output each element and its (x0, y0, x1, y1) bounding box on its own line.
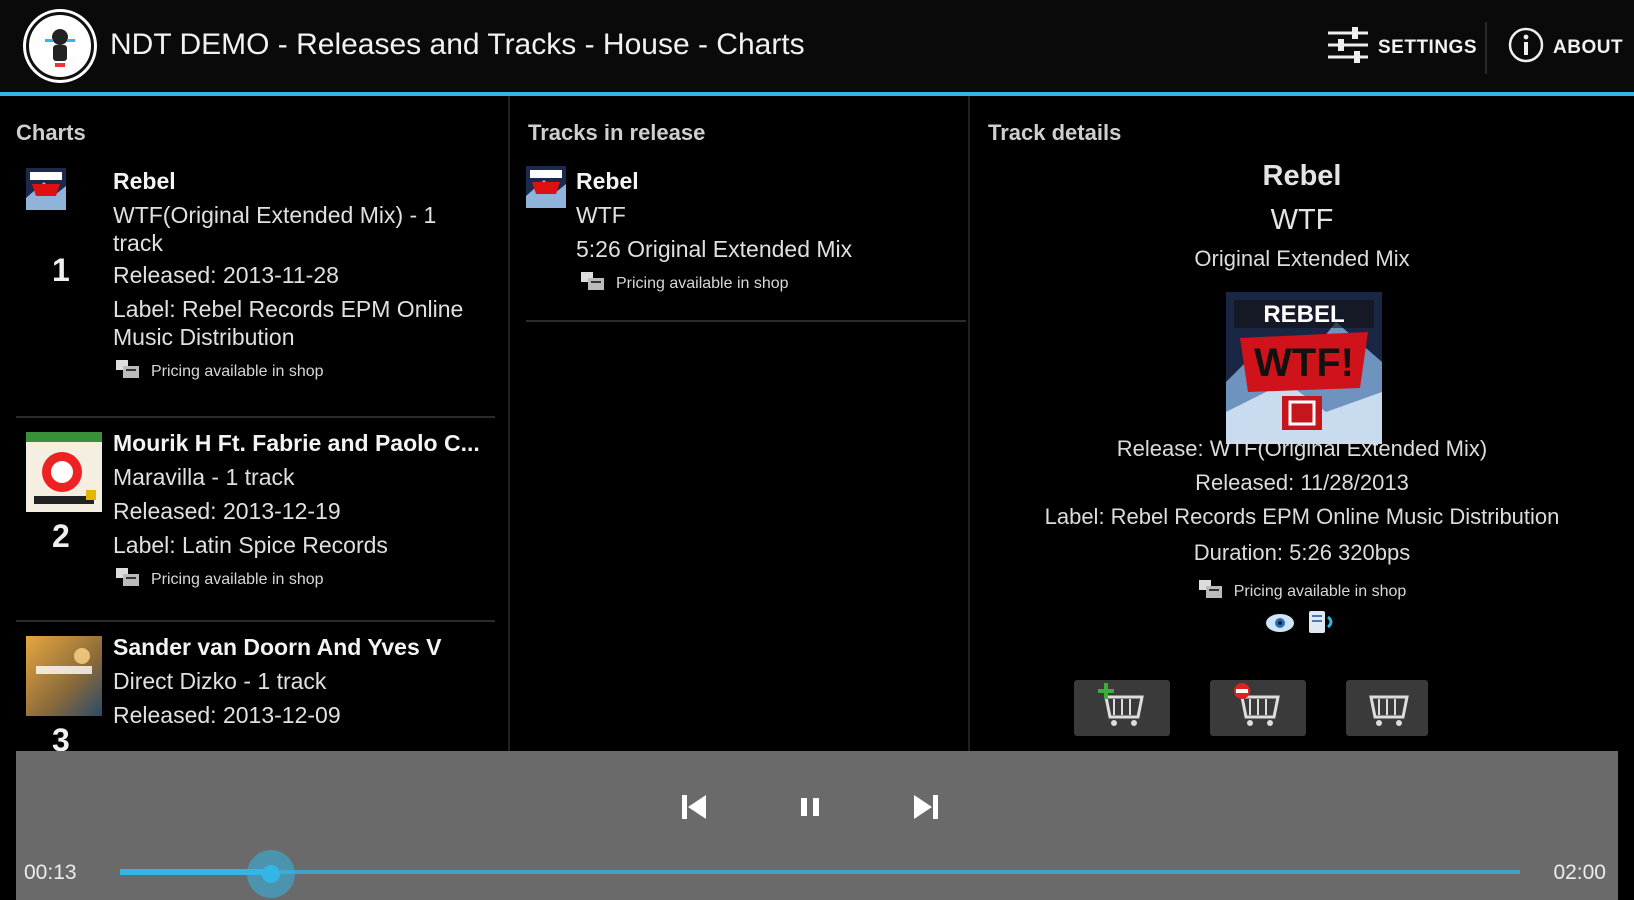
preview-eye-icon[interactable] (1264, 610, 1296, 636)
latin-spice-cover-icon (26, 432, 102, 512)
remove-from-cart-button[interactable] (1210, 680, 1306, 736)
shop-icon (580, 270, 616, 297)
release-cover-image: REBEL WTF! (1226, 292, 1382, 444)
seek-bar[interactable] (120, 870, 1520, 874)
details-header: Track details (988, 120, 1122, 145)
chart-release: Maravilla - 1 track (113, 464, 295, 490)
chart-item[interactable]: 1 Rebel WTF(Original Extended Mix) - 1 t… (0, 160, 495, 418)
detail-label: Label: Rebel Records EPM Online Music Di… (1044, 504, 1560, 529)
about-button[interactable]: ABOUT (1507, 26, 1623, 70)
previous-button[interactable] (672, 787, 716, 831)
direct-dizko-cover-icon (26, 636, 102, 716)
settings-sliders-icon (1326, 25, 1378, 71)
rebel-wtf-cover-icon (26, 168, 66, 210)
total-time: 02:00 (1553, 861, 1606, 884)
pause-icon (797, 794, 823, 825)
charts-header: Charts (16, 120, 86, 145)
rebel-wtf-cover-icon (526, 166, 566, 208)
svg-text:WTF!: WTF! (1254, 341, 1354, 385)
detail-duration: Duration: 5:26 320bps (1193, 540, 1411, 565)
settings-label: SETTINGS (1378, 37, 1478, 58)
next-button[interactable] (904, 787, 948, 831)
pause-button[interactable] (788, 787, 832, 831)
action-bar-divider (1485, 22, 1487, 74)
action-bar: NDT DEMO - Releases and Tracks - House -… (0, 0, 1634, 96)
track-item[interactable]: Rebel WTF 5:26 Original Extended Mix Pri… (526, 166, 966, 322)
shop-icon (1198, 578, 1224, 605)
charts-pane: Charts 1 Rebel WTF(Original Extended Mix… (0, 96, 510, 751)
add-to-cart-button[interactable] (1074, 680, 1170, 736)
play-sample-icon[interactable] (1306, 606, 1338, 638)
chart-artist: Rebel (113, 168, 176, 194)
pricing-info: Pricing available in shop (580, 270, 789, 297)
app-title: NDT DEMO - Releases and Tracks - House -… (110, 28, 805, 61)
chart-label: Label: Rebel Records EPM Online (113, 296, 464, 322)
chart-rank: 1 (52, 252, 70, 288)
skip-next-icon (911, 792, 941, 827)
cart-add-icon (1096, 682, 1148, 734)
shop-icon (115, 566, 151, 593)
pricing-info: Pricing available in shop (115, 566, 324, 593)
chart-released: Released: 2013-11-28 (113, 262, 339, 288)
tracks-pane: Tracks in release Rebel WTF 5:26 Origina… (510, 96, 970, 751)
app-logo[interactable] (26, 12, 94, 80)
detail-release: Release: WTF(Original Extended Mix) (1116, 436, 1488, 461)
pricing-label: Pricing available in shop (151, 362, 324, 380)
chart-item[interactable]: 3 Sander van Doorn And Yves V Direct Diz… (0, 622, 495, 751)
cart-remove-icon (1232, 682, 1284, 734)
pricing-label: Pricing available in shop (1233, 582, 1407, 600)
cart-icon (1361, 683, 1413, 734)
pricing-label: Pricing available in shop (616, 274, 789, 292)
chart-release-cont: track (113, 230, 163, 256)
tracks-header: Tracks in release (528, 120, 706, 145)
seek-handle[interactable] (247, 850, 296, 898)
item-divider (526, 320, 966, 322)
chart-artist: Sander van Doorn And Yves V (113, 634, 442, 660)
chart-label: Label: Latin Spice Records (113, 532, 388, 558)
pricing-info: Pricing available in shop (970, 578, 1634, 605)
chart-item[interactable]: 2 Mourik H Ft. Fabrie and Paolo C... Mar… (0, 418, 495, 622)
settings-button[interactable]: SETTINGS (1326, 26, 1477, 70)
svg-text:REBEL: REBEL (1263, 301, 1344, 328)
view-cart-button[interactable] (1346, 680, 1428, 736)
pricing-info: Pricing available in shop (115, 358, 324, 385)
detail-released: Released: 11/28/2013 (1195, 470, 1409, 495)
chart-release: Direct Dizko - 1 track (113, 668, 327, 694)
skip-previous-icon (679, 792, 709, 827)
about-label: ABOUT (1553, 37, 1624, 58)
chart-release: WTF(Original Extended Mix) - 1 (113, 202, 437, 228)
chart-rank: 3 (52, 722, 70, 751)
pricing-label: Pricing available in shop (151, 570, 324, 588)
chart-label-cont: Music Distribution (113, 324, 295, 350)
track-artist: Rebel (576, 168, 639, 194)
detail-artist: Rebel (1262, 160, 1342, 192)
shop-icon (115, 358, 151, 385)
chart-released: Released: 2013-12-09 (113, 702, 341, 728)
detail-title: WTF (1270, 204, 1334, 236)
info-icon (1507, 26, 1553, 70)
chart-rank: 2 (52, 518, 70, 554)
chart-artist: Mourik H Ft. Fabrie and Paolo C... (113, 430, 480, 456)
current-time: 00:13 (24, 861, 77, 884)
detail-mix: Original Extended Mix (1194, 246, 1410, 271)
chart-released: Released: 2013-12-19 (113, 498, 341, 524)
details-pane: Track details Rebel WTF Original Extende… (970, 96, 1634, 751)
track-mix: 5:26 Original Extended Mix (576, 236, 853, 262)
track-title: WTF (576, 202, 626, 228)
media-player: 00:13 02:00 (16, 751, 1618, 900)
